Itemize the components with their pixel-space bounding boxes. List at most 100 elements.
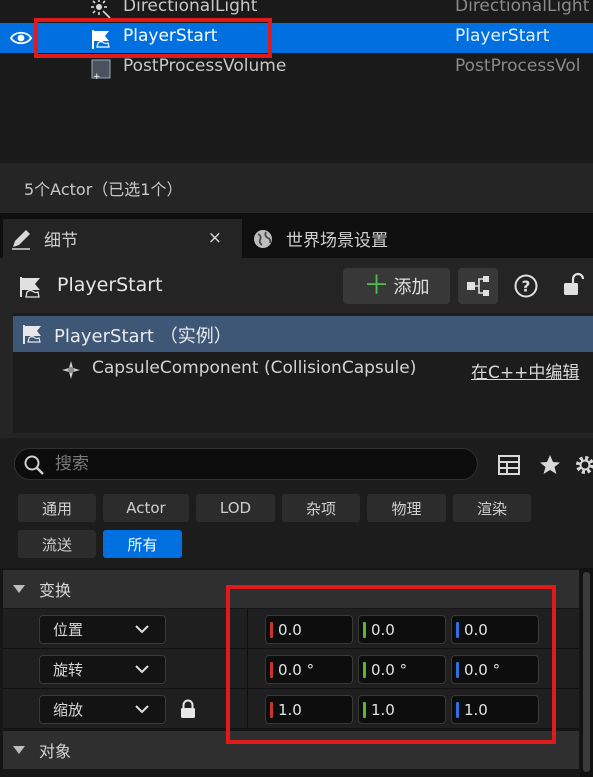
- filter-chip-actor[interactable]: Actor: [103, 494, 189, 522]
- edit-in-cpp-link[interactable]: 在C++中编辑: [471, 358, 579, 383]
- column-splitter[interactable]: [247, 689, 248, 729]
- blueprint-button[interactable]: [458, 268, 498, 304]
- plus-icon: ＋: [363, 271, 390, 301]
- outliner-row-directional-light[interactable]: DirectionalLight DirectionalLight: [0, 0, 593, 23]
- scale-y-value: 1.0: [371, 700, 395, 719]
- column-splitter[interactable]: [247, 649, 248, 689]
- favorite-star-icon[interactable]: [538, 453, 562, 477]
- scale-x-field[interactable]: 1.0: [265, 695, 353, 724]
- svg-text:?: ?: [522, 278, 531, 296]
- unlock-icon[interactable]: [563, 272, 585, 298]
- scrollbar-thumb[interactable]: [583, 572, 590, 772]
- component-root-label: PlayerStart （实例）: [54, 326, 232, 347]
- filter-chip-misc[interactable]: 杂项: [282, 494, 360, 522]
- settings-gear-icon[interactable]: [573, 453, 593, 477]
- category-object-label: 对象: [39, 742, 72, 761]
- scale-x-value: 1.0: [278, 700, 302, 719]
- category-transform[interactable]: 变换: [3, 570, 579, 608]
- player-start-icon: [92, 30, 110, 49]
- details-panel: PlayerStart ＋ 添加 ? PlayerStart （实例） Caps…: [0, 258, 593, 777]
- axis-z-marker: [456, 702, 459, 718]
- chevron-down-icon: [135, 705, 149, 714]
- svg-text:+: +: [93, 72, 101, 80]
- rotation-x-value: 0.0 °: [278, 660, 315, 679]
- tab-world-settings-label: 世界场景设置: [286, 231, 388, 251]
- outliner-status: 5个Actor（已选1个）: [0, 163, 593, 213]
- category-object[interactable]: 对象: [3, 731, 579, 769]
- component-child-label: CapsuleComponent (CollisionCapsule): [92, 358, 417, 378]
- outliner-item-label: PostProcessVolume: [123, 56, 287, 76]
- eye-visibility-icon[interactable]: [10, 29, 32, 47]
- close-tab-icon[interactable]: ×: [208, 228, 222, 248]
- rotation-mode-dropdown[interactable]: 旋转: [39, 655, 166, 684]
- axis-z-marker: [456, 622, 459, 638]
- world-outliner: DirectionalLight DirectionalLight Player…: [0, 0, 593, 163]
- rotation-z-field[interactable]: 0.0 °: [451, 655, 539, 684]
- property-row-scale: 缩放 1.0 1.0 1.0: [3, 689, 579, 729]
- search-box[interactable]: [14, 448, 478, 480]
- location-x-value: 0.0: [278, 620, 302, 639]
- axis-x-marker: [270, 622, 273, 638]
- component-tree-child[interactable]: CapsuleComponent (CollisionCapsule) 在C++…: [13, 353, 593, 387]
- filter-chip-general[interactable]: 通用: [18, 494, 96, 522]
- scale-z-field[interactable]: 1.0: [451, 695, 539, 724]
- outliner-item-type: DirectionalLight: [455, 0, 590, 16]
- property-row-rotation: 旋转 0.0 ° 0.0 ° 0.0 °: [3, 649, 579, 689]
- player-start-icon: [23, 325, 41, 344]
- filter-area: 通用 Actor LOD 杂项 物理 渲染 流送 所有: [0, 438, 593, 568]
- scale-mode-dropdown[interactable]: 缩放: [39, 695, 166, 724]
- actor-name: PlayerStart: [57, 274, 163, 296]
- chevron-down-icon: [135, 625, 149, 634]
- filter-chip-physics[interactable]: 物理: [367, 494, 446, 522]
- tab-details-label: 细节: [44, 231, 78, 251]
- axis-y-marker: [363, 662, 366, 678]
- axis-x-marker: [270, 662, 273, 678]
- outliner-item-label: PlayerStart: [123, 26, 218, 46]
- outliner-item-type: PlayerStart: [455, 26, 550, 46]
- scale-label: 缩放: [53, 701, 84, 719]
- rotation-x-field[interactable]: 0.0 °: [265, 655, 353, 684]
- details-scrollbar[interactable]: [580, 568, 593, 777]
- axis-z-marker: [456, 662, 459, 678]
- property-grid: 变换 位置 0.0 0.0 0.0 旋转 0.0 ° 0.0 ° 0.0 ° 缩…: [0, 568, 593, 777]
- axis-y-marker: [363, 622, 366, 638]
- filter-chip-streaming[interactable]: 流送: [18, 530, 96, 558]
- axis-x-marker: [270, 702, 273, 718]
- outliner-row-post-process-volume[interactable]: + PostProcessVolume PostProcessVol: [0, 53, 593, 83]
- axis-y-marker: [363, 702, 366, 718]
- blueprint-graph-icon: [467, 276, 489, 296]
- table-view-icon[interactable]: [497, 453, 521, 477]
- search-icon: [24, 455, 44, 475]
- add-component-button[interactable]: ＋ 添加: [343, 268, 450, 304]
- outliner-row-player-start[interactable]: PlayerStart PlayerStart: [0, 23, 593, 53]
- post-process-volume-icon: +: [91, 59, 111, 80]
- help-icon[interactable]: ?: [513, 273, 539, 299]
- rotation-y-value: 0.0 °: [371, 660, 408, 679]
- location-x-field[interactable]: 0.0: [265, 615, 353, 644]
- outliner-item-type: PostProcessVol: [455, 56, 581, 76]
- rotation-y-field[interactable]: 0.0 °: [358, 655, 446, 684]
- component-tree-root[interactable]: PlayerStart （实例）: [13, 316, 593, 352]
- search-input[interactable]: [55, 452, 455, 476]
- column-splitter[interactable]: [247, 609, 248, 649]
- panel-tabstrip: 细节 × 世界场景设置: [0, 213, 593, 258]
- filter-chip-rendering[interactable]: 渲染: [453, 494, 531, 522]
- capsule-component-icon: [62, 361, 80, 379]
- location-mode-dropdown[interactable]: 位置: [39, 615, 166, 644]
- tab-details[interactable]: 细节 ×: [3, 219, 242, 258]
- rotation-z-value: 0.0 °: [464, 660, 501, 679]
- location-y-field[interactable]: 0.0: [358, 615, 446, 644]
- category-transform-label: 变换: [39, 581, 72, 600]
- lock-icon[interactable]: [179, 699, 197, 719]
- directional-light-icon: [91, 0, 111, 19]
- collapse-arrow-icon: [13, 585, 25, 593]
- location-z-field[interactable]: 0.0: [451, 615, 539, 644]
- property-row-location: 位置 0.0 0.0 0.0: [3, 609, 579, 649]
- tab-world-settings[interactable]: 世界场景设置: [245, 219, 545, 258]
- collapse-arrow-icon: [13, 746, 25, 754]
- details-pencil-icon: [12, 229, 30, 250]
- filter-chip-lod[interactable]: LOD: [196, 494, 275, 522]
- filter-chip-all[interactable]: 所有: [103, 530, 182, 558]
- scale-y-field[interactable]: 1.0: [358, 695, 446, 724]
- chevron-down-icon: [135, 665, 149, 674]
